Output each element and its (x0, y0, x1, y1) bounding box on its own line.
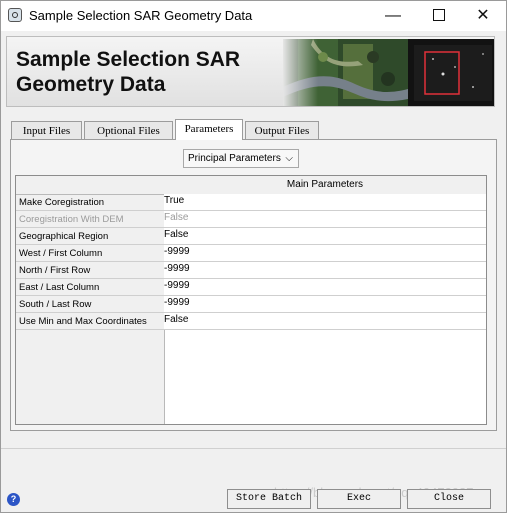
table-row: Use Min and Max Coordinates False (16, 313, 486, 330)
row-value-cell[interactable]: -9999 (164, 296, 486, 312)
row-value: True (164, 195, 185, 206)
tab-input-files[interactable]: Input Files (11, 121, 82, 139)
parameter-group-select[interactable]: Principal Parameters ⌵ (183, 149, 299, 168)
main-window: Sample Selection SAR Geometry Data — ✕ S… (0, 0, 507, 513)
row-value: False (164, 314, 189, 325)
table-row: Geographical Region False (16, 228, 486, 245)
row-value: -9999 (164, 297, 190, 308)
row-value: -9999 (164, 263, 190, 274)
table-row: South / Last Row -9999 (16, 296, 486, 313)
row-value: -9999 (164, 246, 190, 257)
banner-title-line2: Geometry Data (16, 73, 166, 96)
row-value-cell[interactable]: -9999 (164, 262, 486, 278)
row-value: -9999 (164, 280, 190, 291)
row-value-cell[interactable]: True (164, 194, 486, 210)
close-button[interactable]: Close (407, 489, 491, 509)
table-row: West / First Column -9999 (16, 245, 486, 262)
maximize-button[interactable] (416, 1, 462, 31)
row-value: False (164, 212, 189, 223)
table-row: North / First Row -9999 (16, 262, 486, 279)
row-label: North / First Row (19, 265, 91, 276)
row-value-cell[interactable]: -9999 (164, 279, 486, 295)
row-value-cell: False (164, 211, 486, 227)
exec-button[interactable]: Exec (317, 489, 401, 509)
header-banner: Sample Selection SAR Geometry Data (6, 36, 495, 107)
tab-optional-files[interactable]: Optional Files (84, 121, 173, 139)
row-label: Use Min and Max Coordinates (19, 316, 147, 327)
row-label: Geographical Region (19, 231, 109, 242)
close-icon: ✕ (476, 7, 490, 24)
row-label: East / Last Column (19, 282, 100, 293)
help-icon[interactable]: ? (7, 493, 20, 506)
banner-title: Sample Selection SAR Geometry Data (16, 47, 240, 97)
close-window-button[interactable]: ✕ (460, 1, 506, 31)
store-batch-button[interactable]: Store Batch (227, 489, 311, 509)
row-value: False (164, 229, 189, 240)
row-label: South / Last Row (19, 299, 92, 310)
banner-title-line1: Sample Selection SAR (16, 48, 241, 71)
maximize-icon (433, 8, 445, 21)
parameter-group-value: Principal Parameters (188, 153, 281, 164)
table-row: Coregistration With DEM False (16, 211, 486, 228)
window-title: Sample Selection SAR Geometry Data (29, 8, 253, 23)
satellite-image (283, 39, 494, 106)
row-value-cell[interactable]: False (164, 313, 486, 329)
table-row: Make Coregistration True (16, 194, 486, 211)
row-value-cell[interactable]: -9999 (164, 245, 486, 261)
column-header-main-parameters: Main Parameters (164, 176, 486, 195)
tab-parameters[interactable]: Parameters (175, 119, 243, 140)
table-corner (16, 176, 164, 195)
row-value-cell[interactable]: False (164, 228, 486, 244)
footer-divider (1, 448, 506, 449)
table-row: East / Last Column -9999 (16, 279, 486, 296)
row-label: Coregistration With DEM (19, 214, 124, 225)
parameters-table: Main Parameters Make Coregistration True… (15, 175, 487, 425)
title-bar: Sample Selection SAR Geometry Data — ✕ (1, 1, 506, 31)
row-label: West / First Column (19, 248, 103, 259)
app-icon (8, 8, 22, 22)
tab-output-files[interactable]: Output Files (245, 121, 319, 139)
minimize-button[interactable]: — (370, 1, 416, 31)
row-label: Make Coregistration (19, 197, 105, 208)
minimize-icon: — (385, 7, 401, 24)
chevron-down-icon: ⌵ (285, 153, 293, 164)
